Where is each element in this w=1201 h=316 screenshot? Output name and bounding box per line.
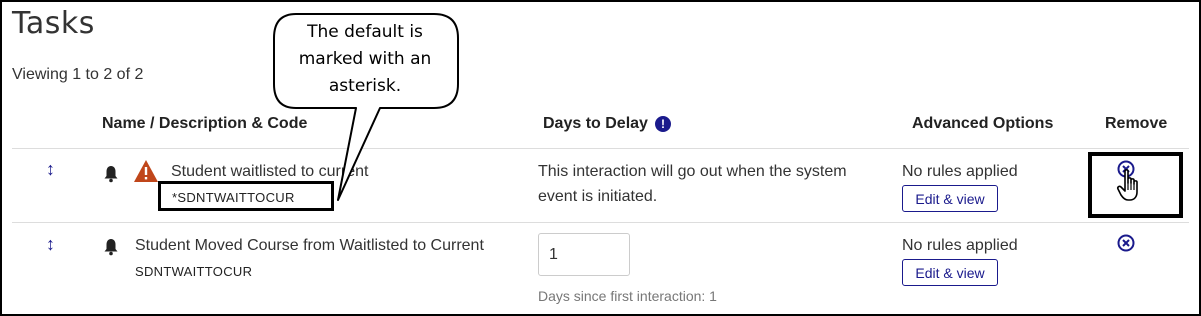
- header-remove: Remove: [1105, 115, 1168, 132]
- task-name: Student Moved Course from Waitlisted to …: [135, 237, 484, 254]
- tasks-panel: Tasks Viewing 1 to 2 of 2 Name / Descrip…: [0, 0, 1201, 316]
- header-advanced-options: Advanced Options: [912, 115, 1054, 132]
- rules-status: No rules applied: [902, 163, 1018, 180]
- page-title: Tasks: [12, 6, 95, 41]
- callout-line: asterisk.: [328, 76, 402, 96]
- callout-line: The default is: [307, 22, 423, 42]
- days-description-line: This interaction will go out when the sy…: [538, 163, 847, 180]
- viewing-count: Viewing 1 to 2 of 2: [12, 66, 144, 83]
- bell-icon: [103, 238, 119, 259]
- days-to-delay-input[interactable]: [538, 233, 630, 276]
- row-divider: [12, 222, 1189, 223]
- bell-icon: [103, 165, 119, 186]
- rules-status: No rules applied: [902, 237, 1018, 254]
- days-description-line: event is initiated.: [538, 188, 658, 205]
- header-days-to-delay: Days to Delay !: [543, 115, 671, 133]
- days-help-text: Days since first interaction: 1: [538, 288, 717, 304]
- hand-pointer-icon: [1116, 168, 1146, 209]
- days-description: This interaction will go out when the sy…: [538, 159, 847, 209]
- header-days-label: Days to Delay: [543, 115, 648, 132]
- remove-circle-x-icon[interactable]: [1117, 234, 1135, 257]
- info-icon[interactable]: !: [654, 116, 671, 132]
- callout-text: The default is marked with an asterisk.: [280, 19, 450, 100]
- warning-icon: [133, 159, 159, 188]
- edit-view-button[interactable]: Edit & view: [902, 185, 998, 212]
- drag-handle-icon[interactable]: ↕: [46, 235, 55, 253]
- task-code: SDNTWAITTOCUR: [135, 264, 253, 279]
- edit-view-button[interactable]: Edit & view: [902, 259, 998, 286]
- row-divider: [12, 148, 1189, 149]
- callout-line: marked with an: [298, 49, 432, 69]
- drag-handle-icon[interactable]: ↕: [46, 160, 55, 178]
